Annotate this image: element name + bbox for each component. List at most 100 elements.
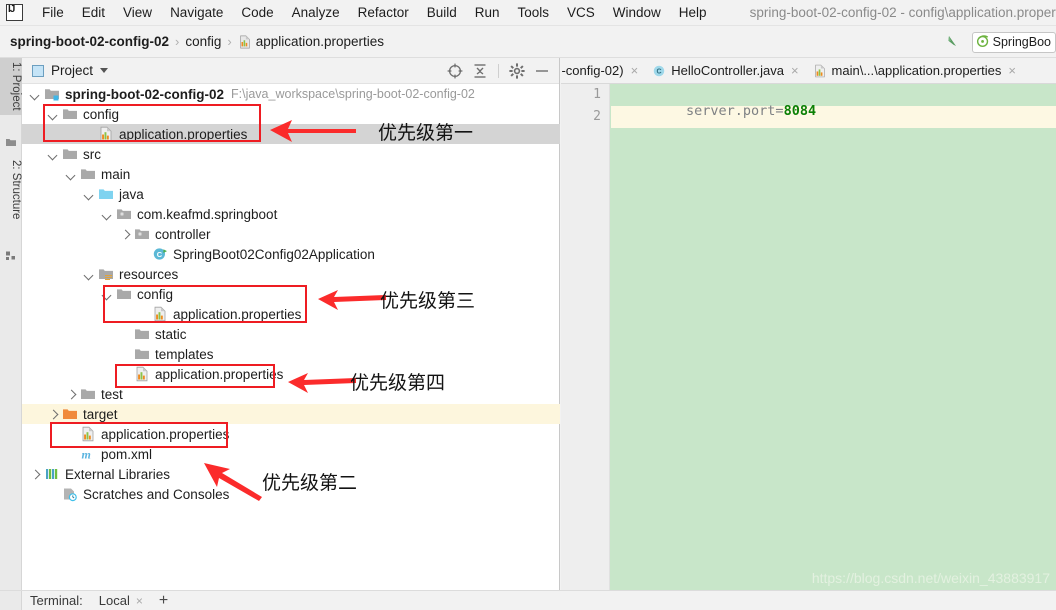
line-number-gutter: 1 2 [561, 84, 610, 590]
project-panel-toolbar [444, 58, 553, 84]
breadcrumb-folder[interactable]: config [185, 34, 221, 49]
breadcrumb-project[interactable]: spring-boot-02-config-02 [10, 34, 169, 49]
tree-row[interactable]: m pom.xml [22, 444, 560, 464]
close-icon[interactable]: × [1008, 64, 1016, 77]
chevron-down-icon[interactable] [84, 189, 95, 200]
close-icon[interactable]: × [791, 64, 799, 77]
tree-row[interactable]: application.properties [22, 424, 560, 444]
tree-row[interactable]: Scratches and Consoles [22, 484, 560, 504]
tree-row[interactable]: templates [22, 344, 560, 364]
back-arrow-icon[interactable] [944, 32, 962, 53]
chevron-down-icon[interactable] [48, 149, 59, 160]
menu-item-window[interactable]: Window [604, 3, 670, 22]
watermark-text: https://blog.csdn.net/weixin_43883917 [811, 570, 1050, 586]
tree-row[interactable]: config [22, 104, 560, 124]
chevron-down-icon[interactable] [102, 289, 113, 300]
menu-bar: FileEditViewNavigateCodeAnalyzeRefactorB… [0, 0, 1056, 26]
tree-row[interactable]: spring-boot-02-config-02 F:\java_workspac… [22, 84, 560, 104]
tree-row[interactable]: config [22, 284, 560, 304]
chevron-down-icon[interactable] [66, 169, 77, 180]
tree-row[interactable]: src [22, 144, 560, 164]
window-title: spring-boot-02-config-02 - config\applic… [749, 5, 1056, 20]
tree-row-label: SpringBoot02Config02Application [173, 246, 375, 262]
tree-row-label: application.properties [155, 366, 284, 382]
tree-row-path: F:\java_workspace\spring-boot-02-config-… [231, 87, 475, 101]
menu-item-file[interactable]: File [33, 3, 73, 22]
close-icon[interactable]: × [136, 594, 143, 608]
breadcrumb-separator-1: › [175, 34, 180, 49]
chevron-down-icon[interactable] [100, 68, 109, 73]
chevron-right-icon[interactable] [66, 389, 77, 400]
tree-row[interactable]: test [22, 384, 560, 404]
tree-twisty-spacer [120, 369, 131, 380]
folder-icon [80, 166, 96, 182]
tree-row-label: static [155, 326, 187, 342]
editor-tab-bar: 02-config-02)×CHelloController.java×main… [561, 58, 1056, 84]
editor-tab[interactable]: 02-config-02) × [561, 58, 644, 83]
idea-window: FileEditViewNavigateCodeAnalyzeRefactorB… [0, 0, 1056, 610]
close-icon[interactable]: × [631, 64, 639, 77]
editor-tab[interactable]: main\...\application.properties × [805, 58, 1022, 83]
module-folder-icon [44, 86, 60, 102]
project-panel-title[interactable]: Project [51, 63, 93, 78]
project-view-icon [32, 64, 44, 77]
terminal-label[interactable]: Terminal: [30, 593, 83, 608]
terminal-tab-local[interactable]: Local [99, 593, 130, 608]
menu-item-refactor[interactable]: Refactor [349, 3, 418, 22]
run-configuration-selector[interactable]: SpringBoo [971, 31, 1056, 53]
tree-row[interactable]: External Libraries [22, 464, 560, 484]
gear-icon[interactable] [506, 60, 528, 82]
breadcrumb-file[interactable]: application.properties [256, 34, 384, 49]
editor-tab[interactable]: C HelloController.java × [644, 58, 804, 83]
menu-item-run[interactable]: Run [466, 3, 509, 22]
properties-file-icon [813, 64, 827, 78]
tree-row[interactable]: resources [22, 264, 560, 284]
hide-icon[interactable] [531, 60, 553, 82]
menu-item-analyze[interactable]: Analyze [283, 3, 349, 22]
chevron-down-icon[interactable] [84, 269, 95, 280]
breadcrumb-separator-2: › [227, 34, 232, 49]
menu-item-vcs[interactable]: VCS [558, 3, 604, 22]
menu-item-help[interactable]: Help [670, 3, 716, 22]
menu-item-navigate[interactable]: Navigate [161, 3, 232, 22]
menu-item-build[interactable]: Build [418, 3, 466, 22]
add-terminal-icon[interactable]: + [159, 592, 168, 609]
tree-row[interactable]: com.keafmd.springboot [22, 204, 560, 224]
chevron-down-icon[interactable] [102, 209, 113, 220]
svg-text:m: m [82, 448, 91, 462]
menu-item-view[interactable]: View [114, 3, 161, 22]
chevron-right-icon[interactable] [120, 229, 131, 240]
tree-row[interactable]: main [22, 164, 560, 184]
chevron-right-icon[interactable] [30, 469, 41, 480]
tree-row[interactable]: java [22, 184, 560, 204]
locate-icon[interactable] [444, 60, 466, 82]
tree-row[interactable]: controller [22, 224, 560, 244]
tree-row[interactable]: static [22, 324, 560, 344]
menu-item-edit[interactable]: Edit [73, 3, 114, 22]
sidebar-item-structure[interactable]: 2: Structure [0, 156, 22, 223]
tree-row[interactable]: application.properties [22, 124, 560, 144]
chevron-down-icon[interactable] [48, 109, 59, 120]
properties-file-icon [134, 366, 150, 382]
folder-icon [116, 286, 132, 302]
chevron-right-icon[interactable] [48, 409, 59, 420]
project-tree[interactable]: spring-boot-02-config-02 F:\java_workspac… [22, 84, 560, 590]
properties-file-icon [152, 306, 168, 322]
tree-row-label: application.properties [173, 306, 302, 322]
tree-row-label: pom.xml [101, 446, 153, 462]
tree-row[interactable]: target [22, 404, 560, 424]
properties-file-icon [98, 126, 114, 142]
tree-twisty-spacer [138, 249, 149, 260]
tree-row[interactable]: application.properties [22, 304, 560, 324]
code-editor[interactable]: 1 2 server.port=8084 https://blog.csdn.n… [561, 84, 1056, 590]
tree-row[interactable]: application.properties [22, 364, 560, 384]
sidebar-item-project[interactable]: 1: Project [0, 58, 22, 115]
properties-file-icon [80, 426, 96, 442]
collapse-all-icon[interactable] [469, 60, 491, 82]
tree-row[interactable]: C SpringBoot02Config02Application [22, 244, 560, 264]
menu-item-tools[interactable]: Tools [509, 3, 559, 22]
project-panel-header: Project [22, 58, 559, 84]
chevron-down-icon[interactable] [30, 89, 41, 100]
menu-item-code[interactable]: Code [232, 3, 282, 22]
tree-twisty-spacer [48, 489, 59, 500]
